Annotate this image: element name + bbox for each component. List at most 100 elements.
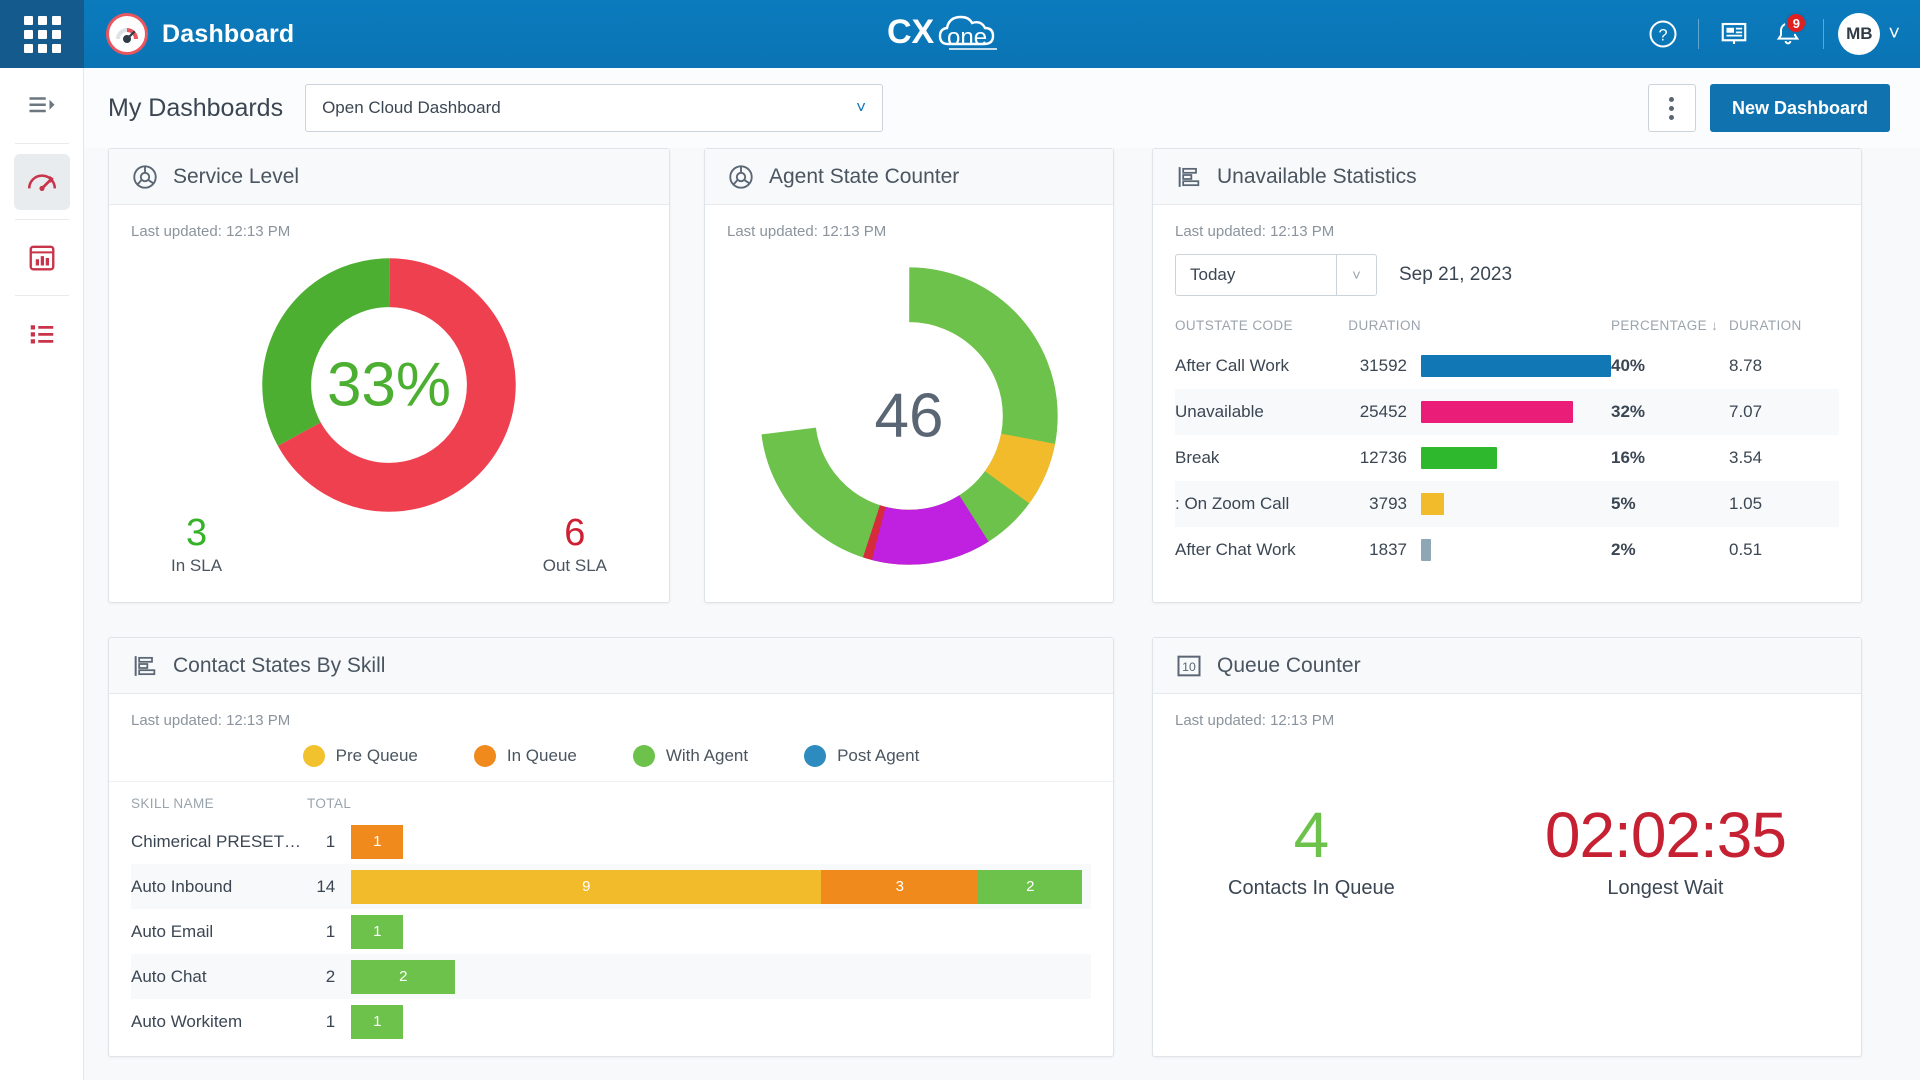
avatar[interactable]: MB: [1838, 13, 1881, 55]
bar-segment: 2: [351, 959, 456, 994]
col-duration[interactable]: DURATION: [1335, 302, 1421, 343]
bar: [1421, 401, 1573, 423]
agent-count-value: 46: [874, 381, 944, 451]
contacts-in-queue-stat: 4 Contacts In Queue: [1228, 803, 1395, 900]
notification-count-badge: 9: [1785, 12, 1808, 34]
apps-launcher-button[interactable]: [0, 0, 84, 68]
list-expand-icon: [29, 97, 54, 113]
help-button[interactable]: ?: [1636, 0, 1690, 68]
brand-zone: Dashboard: [84, 13, 294, 55]
cell-bar: [1421, 481, 1611, 527]
toolbar-actions: New Dashboard: [1647, 84, 1890, 132]
help-circle-icon: ?: [1649, 20, 1677, 48]
header-divider-2: [1823, 19, 1825, 49]
table-row[interactable]: Auto Chat 2 2: [131, 954, 1091, 999]
bar-segment: 1: [351, 914, 404, 949]
header-divider: [1698, 19, 1700, 49]
longest-wait-stat: 02:02:35 Longest Wait: [1544, 799, 1787, 900]
bar-chart-window-icon: [29, 245, 54, 271]
arrow-down-icon: ↓: [1711, 318, 1719, 333]
cell-duration: 25452: [1359, 402, 1407, 421]
stacked-bar: 1: [351, 1004, 1091, 1039]
table-row[interactable]: After Chat Work 1837 2% 0.51: [1175, 527, 1839, 573]
notifications-button[interactable]: 9: [1761, 0, 1815, 68]
table-row[interactable]: After Call Work 31592 40% 8.78: [1175, 343, 1839, 389]
widget-header: Agent State Counter: [705, 149, 1113, 205]
svg-text:CX: CX: [887, 13, 935, 51]
bar-segment: 2: [978, 869, 1083, 904]
presentation-button[interactable]: [1707, 0, 1761, 68]
new-dashboard-button[interactable]: New Dashboard: [1709, 84, 1890, 132]
legend-item[interactable]: In Queue: [473, 745, 577, 767]
table-row[interactable]: Auto Email 1 1: [131, 909, 1091, 954]
cell-bar: [1421, 435, 1611, 481]
col-percentage[interactable]: PERCENTAGE ↓: [1611, 302, 1729, 343]
sidebar-item-dashboard[interactable]: [13, 154, 70, 210]
legend-color-dot: [632, 745, 655, 767]
widget-header: Contact States By Skill: [109, 638, 1113, 694]
widget-contact-states-by-skill: Contact States By Skill Last updated: 12…: [108, 637, 1114, 1057]
cell-outstate-code: : On Zoom Call: [1175, 494, 1290, 513]
legend-item[interactable]: Post Agent: [804, 745, 919, 767]
widget-unavailable-statistics: Unavailable Statistics Last updated: 12:…: [1152, 148, 1862, 603]
longest-wait-value: 02:02:35: [1544, 799, 1787, 871]
cell-duration: 12736: [1359, 448, 1407, 467]
date-range-row: Today ˅ Sep 21, 2023: [1153, 240, 1861, 296]
more-options-button[interactable]: [1647, 84, 1696, 132]
contacts-in-queue-value: 4: [1293, 799, 1330, 871]
table-row[interactable]: : On Zoom Call 3793 5% 1.05: [1175, 481, 1839, 527]
cell-total: 1: [325, 831, 336, 851]
table-head: SKILL NAME TOTAL: [131, 782, 1091, 819]
widget-header: Unavailable Statistics: [1153, 149, 1861, 205]
donut-chart-icon: [729, 164, 753, 189]
sidebar-item-list-view[interactable]: [14, 306, 70, 362]
date-range-select[interactable]: Today ˅: [1175, 254, 1377, 296]
col-stack: [351, 782, 1091, 819]
last-updated-text: Last updated: 12:13 PM: [1175, 223, 1335, 240]
agent-state-donut: 46: [705, 256, 1113, 576]
left-sidebar: [0, 68, 84, 1080]
cell-bar: [1421, 389, 1611, 435]
bar-segment: 1: [351, 824, 404, 859]
cell-outstate-code: After Chat Work: [1175, 540, 1296, 559]
table-row[interactable]: Break 12736 16% 3.54: [1175, 435, 1839, 481]
cell-stack: 1: [351, 999, 1091, 1044]
table-row[interactable]: Chimerical PRESET… 1 1: [131, 819, 1091, 864]
widget-header: Service Level: [109, 149, 669, 205]
col-total[interactable]: TOTAL: [307, 782, 351, 819]
sidebar-item-reports[interactable]: [14, 230, 70, 286]
cell-stack: 1: [351, 819, 1091, 864]
widget-row-1: Service Level Last updated: 12:13 PM 33%…: [108, 148, 1890, 603]
stacked-bar: 2: [351, 959, 1091, 994]
col-outstate-code[interactable]: OUTSTATE CODE: [1175, 302, 1335, 343]
col-percentage-label: PERCENTAGE: [1611, 318, 1708, 333]
sidebar-item-menu-expand[interactable]: [14, 78, 70, 134]
table-row[interactable]: Auto Inbound 14 9 3 2: [131, 864, 1091, 909]
cell-duration: 31592: [1359, 356, 1407, 375]
out-sla-stat: 6 Out SLA: [543, 513, 607, 576]
dashboard-select[interactable]: Open Cloud Dashboard ˅: [305, 84, 884, 132]
col-duration-2[interactable]: DURATION: [1729, 302, 1839, 343]
svg-text:?: ?: [1659, 26, 1668, 44]
skill-table-wrap: SKILL NAME TOTAL Chimerical PRESET… 1 1 Aut…: [109, 782, 1113, 1044]
table-row[interactable]: Unavailable 25452 32% 7.07: [1175, 389, 1839, 435]
last-updated-text: Last updated: 12:13 PM: [1175, 712, 1335, 729]
cell-duration-2: 1.05: [1729, 494, 1763, 513]
service-level-percent: 33%: [326, 350, 452, 420]
legend-item[interactable]: Pre Queue: [302, 745, 418, 767]
stacked-bar: 1: [351, 824, 1091, 859]
widget-title: Queue Counter: [1217, 653, 1361, 677]
col-skill-name[interactable]: SKILL NAME: [131, 782, 307, 819]
table-row[interactable]: Auto Workitem 1 1: [131, 999, 1091, 1044]
legend-color-dot: [302, 745, 325, 767]
cell-percentage: 16%: [1611, 448, 1646, 467]
col-bar: [1421, 302, 1611, 343]
bar-segment: 9: [351, 869, 822, 904]
legend-item[interactable]: With Agent: [632, 745, 748, 767]
widget-title: Unavailable Statistics: [1217, 164, 1417, 188]
dashboard-gauge-logo-icon: [106, 13, 148, 55]
table-body: Chimerical PRESET… 1 1 Auto Inbound 14 9 3 2 Aut…: [131, 819, 1091, 1044]
svg-text:10: 10: [1182, 660, 1196, 674]
chevron-down-icon[interactable]: ˅: [1888, 23, 1900, 46]
legend-label: In Queue: [506, 746, 577, 765]
